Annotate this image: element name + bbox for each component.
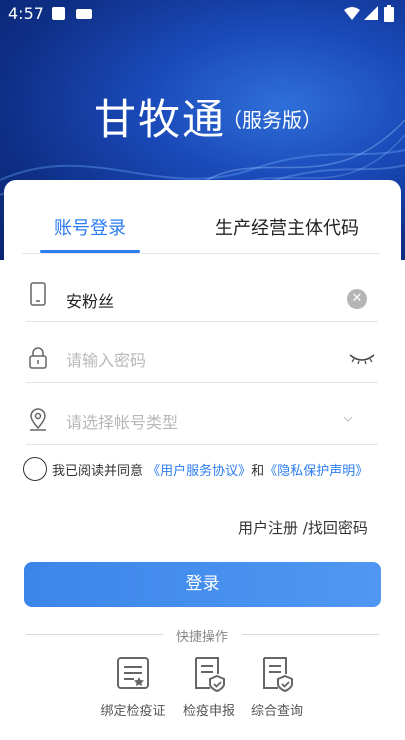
password-underline — [26, 382, 378, 383]
agreement-text: 我已阅读并同意 《用户服务协议》和《隐私保护声明》 — [52, 460, 368, 479]
chevron-down-icon[interactable] — [343, 414, 353, 424]
certificate-icon — [117, 657, 149, 689]
account-type-select[interactable] — [66, 409, 336, 435]
app-subtitle: （服务版） — [222, 108, 322, 132]
user-agreement-link[interactable]: 《用户服务协议》 — [147, 464, 251, 479]
notification-a-icon — [52, 7, 65, 20]
quick-comprehensive-query[interactable]: 综合查询 — [242, 656, 312, 720]
keyboard-icon — [76, 9, 92, 19]
recover-password-link[interactable]: 找回密码 — [308, 519, 368, 537]
privacy-policy-link[interactable]: 《隐私保护声明》 — [264, 464, 368, 479]
status-bar: 4:57 — [0, 0, 405, 28]
eye-closed-icon[interactable] — [349, 352, 375, 366]
account-input[interactable] — [66, 287, 336, 313]
wifi-icon — [344, 7, 360, 20]
account-underline — [26, 321, 378, 322]
quick-divider-right — [242, 634, 379, 635]
tab-divider — [22, 253, 380, 254]
declaration-icon — [195, 657, 225, 692]
query-icon — [263, 657, 293, 692]
status-time: 4:57 — [8, 4, 44, 23]
quick-quarantine-declaration-label: 检疫申报 — [182, 704, 235, 719]
app-title: 甘牧通 — [94, 95, 227, 144]
agreement-and: 和 — [251, 464, 265, 479]
password-input[interactable] — [66, 347, 336, 373]
quick-bind-certificate[interactable]: 绑定检疫证 — [98, 656, 168, 720]
quick-quarantine-declaration[interactable]: 检疫申报 — [174, 656, 244, 720]
account-type-underline — [26, 444, 378, 445]
signal-icon — [364, 6, 378, 20]
location-icon — [30, 408, 46, 431]
links-separator: / — [298, 519, 308, 537]
quick-divider-left — [26, 634, 163, 635]
agreement-prefix: 我已阅读并同意 — [52, 464, 144, 479]
quick-comprehensive-query-label: 综合查询 — [250, 704, 303, 719]
agreement-checkbox[interactable] — [23, 457, 47, 481]
clear-icon[interactable]: ✕ — [347, 289, 367, 309]
quick-actions-title: 快捷操作 — [176, 630, 229, 645]
tab-account-login[interactable]: 账号登录 — [54, 214, 126, 240]
tab-entity-code[interactable]: 生产经营主体代码 — [215, 214, 359, 240]
login-button[interactable]: 登录 — [24, 562, 381, 607]
phone-icon — [30, 282, 46, 306]
register-link[interactable]: 用户注册 — [238, 519, 298, 537]
lock-icon — [29, 347, 47, 369]
battery-icon — [384, 5, 394, 22]
account-links: 用户注册 /找回密码 — [238, 517, 368, 538]
quick-bind-certificate-label: 绑定检疫证 — [100, 704, 166, 719]
